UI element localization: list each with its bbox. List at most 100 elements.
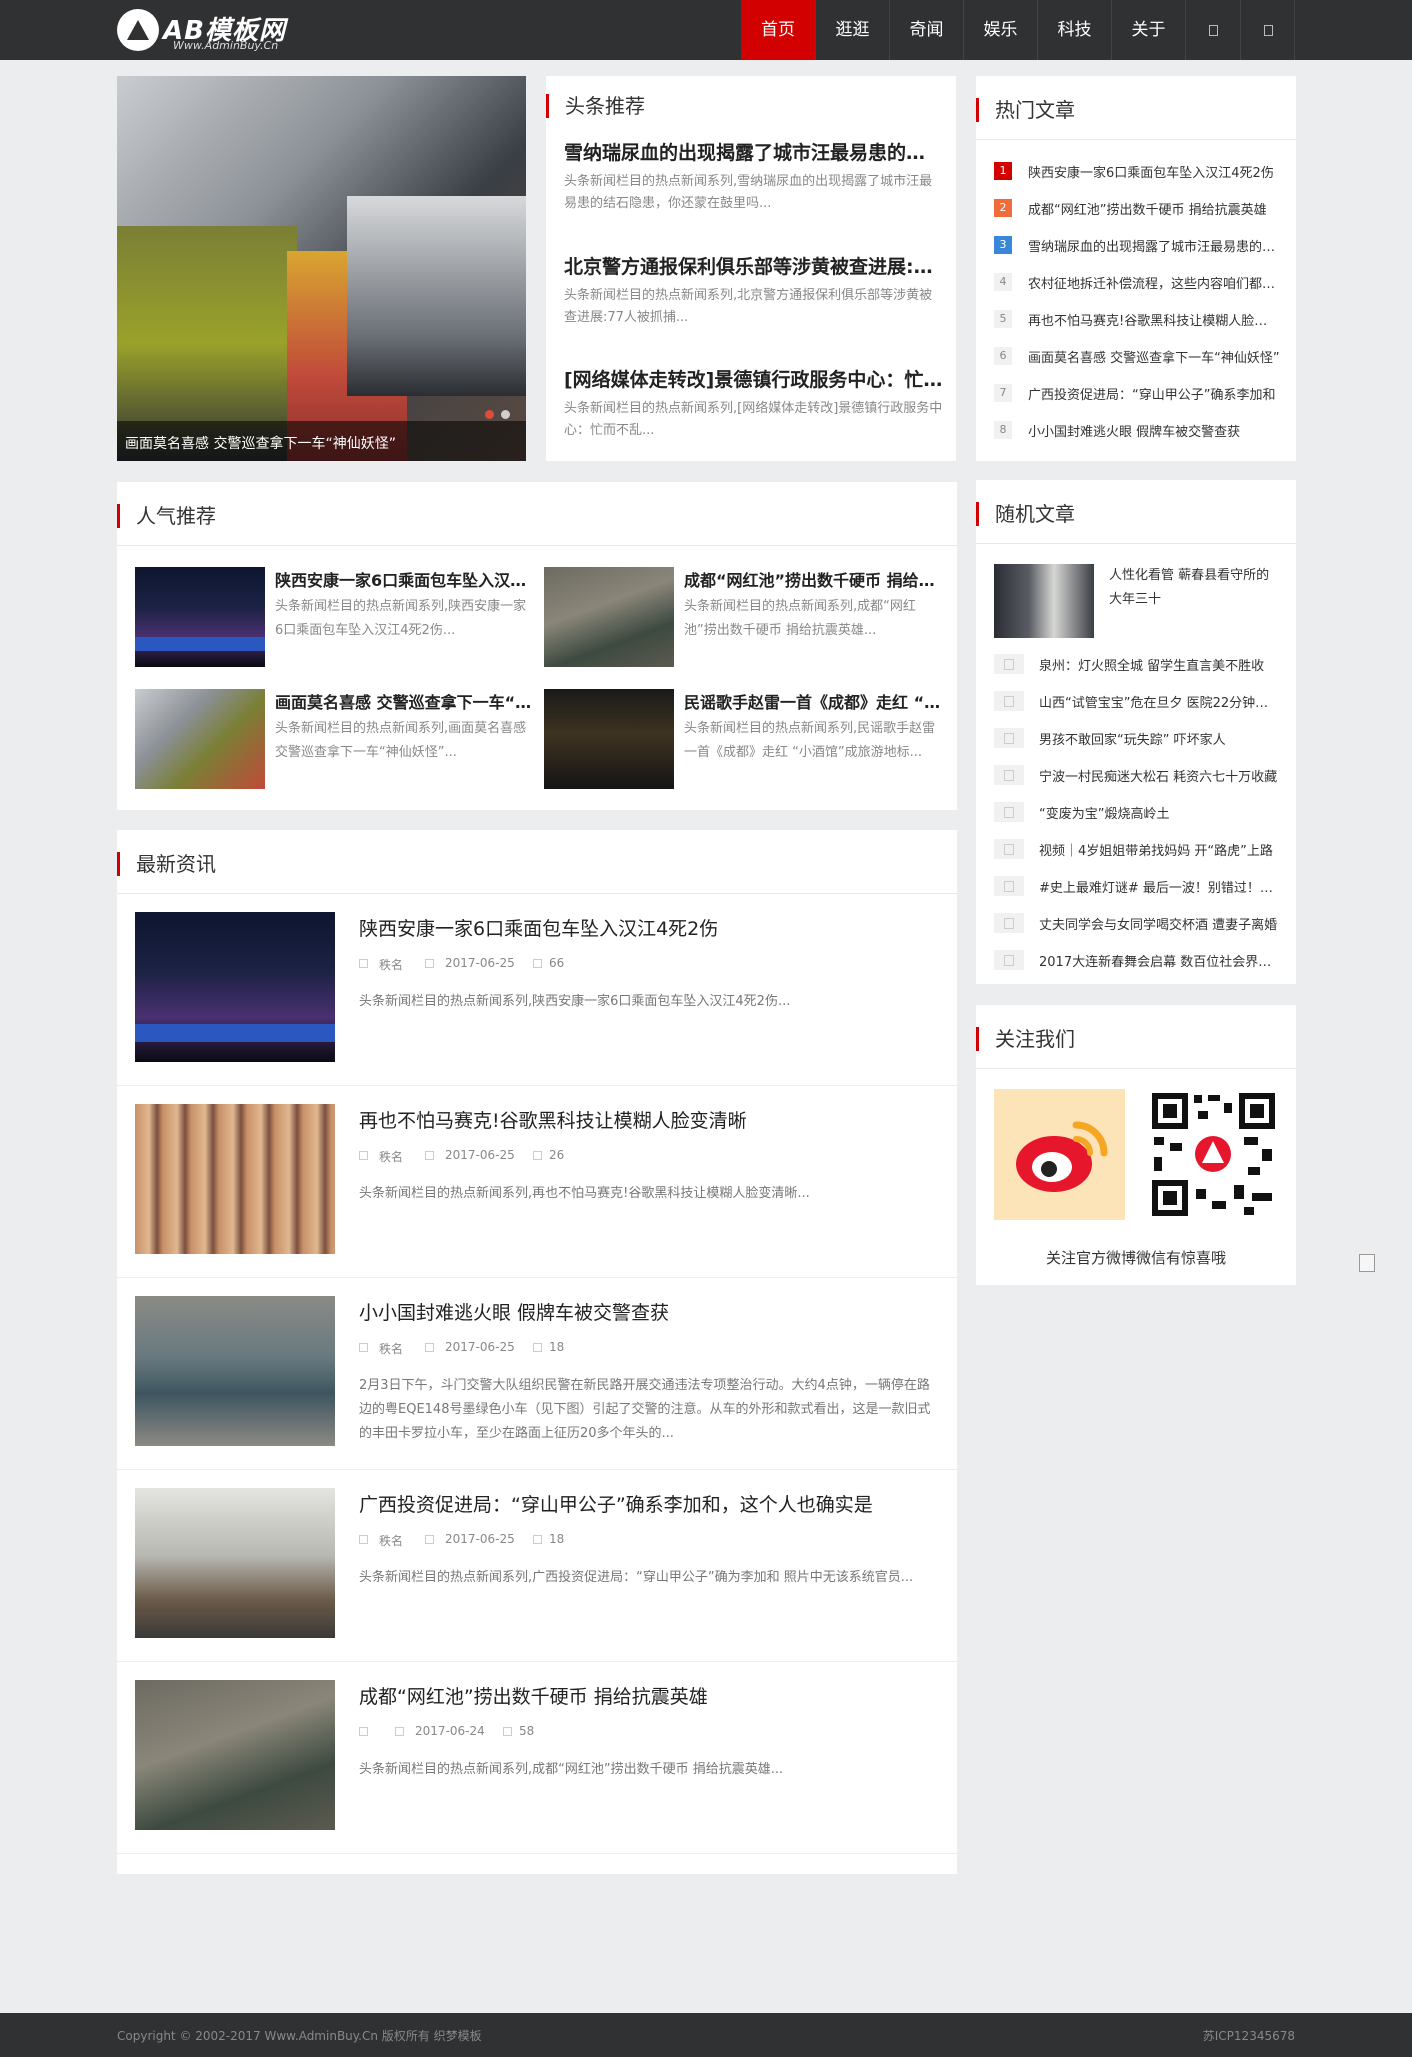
random-article-item[interactable]: 视频｜4岁姐姐带弟找妈妈 开“路虎”上路 [994, 839, 1279, 859]
hot-article-item[interactable]: 2 成都“网红池”捞出数千硬币 捐给抗震英雄 [994, 198, 1279, 218]
nav-search-button[interactable] [1185, 0, 1240, 60]
news-thumbnail [135, 1488, 335, 1638]
headline-item-title[interactable]: [网络媒体走转改]景德镇行政服务中心：忙而不乱 [564, 365, 944, 392]
popular-item-title: 画面莫名喜感 交警巡查拿下一车“神仙妖怪” [275, 693, 533, 712]
news-thumbnail [135, 912, 335, 1062]
hot-article-item[interactable]: 1 陕西安康一家6口乘面包车坠入汉江4死2伤 [994, 161, 1279, 181]
slider-dot-1[interactable] [485, 410, 494, 419]
news-item[interactable]: 成都“网红池”捞出数千硬币 捐给抗震英雄 2017-06-24 58 头条新闻栏… [117, 1662, 957, 1854]
random-feature-title[interactable]: 人性化看管 蕲春县看守所的大年三十 [1109, 564, 1279, 612]
news-title: 陕西安康一家6口乘面包车坠入汉江4死2伤 [359, 918, 719, 940]
author-icon [359, 1535, 368, 1544]
headline-item-title[interactable]: 北京警方通报保利俱乐部等涉黄被查进展:77人被抓捕 [564, 252, 944, 279]
popular-panel: 人气推荐 陕西安康一家6口乘面包车坠入汉江4死2伤 头条新闻栏目的热点新闻系列,… [117, 482, 957, 810]
random-article-item[interactable]: “变废为宝”煅烧高岭土 [994, 802, 1279, 822]
hot-article-title: 广西投资促进局：“穿山甲公子”确系李加和 [1028, 388, 1276, 403]
slider-caption[interactable]: 画面莫名喜感 交警巡查拿下一车“神仙妖怪” [125, 433, 396, 453]
slider[interactable]: 画面莫名喜感 交警巡查拿下一车“神仙妖怪” [117, 76, 526, 461]
news-desc: 头条新闻栏目的热点新闻系列,成都“网红池”捞出数千硬币 捐给抗震英雄... [359, 1762, 784, 1777]
back-to-top-icon[interactable] [1359, 1254, 1375, 1272]
news-desc: 头条新闻栏目的热点新闻系列,再也不怕马赛克!谷歌黑科技让模糊人脸变清晰... [359, 1186, 810, 1201]
author-icon [359, 959, 368, 968]
headline-item-title[interactable]: 雪纳瑞尿血的出现揭露了城市汪最易患的结石隐患 [564, 138, 944, 165]
random-article-item[interactable]: 泉州：灯火照全城 留学生直言美不胜收 [994, 654, 1279, 674]
hot-article-item[interactable]: 8 小小国封难逃火眼 假牌车被交警查获 [994, 420, 1279, 440]
site-footer: Copyright © 2002-2017 Www.AdminBuy.Cn 版权… [0, 2013, 1412, 2057]
hot-article-item[interactable]: 3 雪纳瑞尿血的出现揭露了城市汪最易患的结石隐患 [994, 235, 1280, 255]
nav-item-oddities[interactable]: 奇闻 [889, 0, 963, 60]
rank-badge: 4 [994, 273, 1012, 291]
news-item[interactable]: 广西投资促进局：“穿山甲公子”确系李加和，这个人也确实是 秩名 2017-06-… [117, 1470, 957, 1662]
random-article-item[interactable]: 男孩不敢回家“玩失踪” 吓坏家人 [994, 728, 1279, 748]
thumbnail-placeholder-icon [994, 913, 1024, 933]
news-author: 秩名 [379, 1534, 404, 1548]
nav-item-browse[interactable]: 逛逛 [815, 0, 889, 60]
news-desc: 头条新闻栏目的热点新闻系列,广西投资促进局：“穿山甲公子”确为李加和 照片中无该… [359, 1570, 914, 1585]
hot-article-title: 再也不怕马赛克!谷歌黑科技让模糊人脸变清晰 [1028, 314, 1280, 329]
nav-menu-button[interactable] [1240, 0, 1295, 60]
nav-item-home[interactable]: 首页 [741, 0, 815, 60]
latest-title: 最新资讯 [117, 852, 216, 876]
random-article-title: #史上最难灯谜# 最后一波！别错过！快来猜 [1039, 881, 1279, 896]
popular-thumbnail [135, 689, 265, 789]
news-item[interactable]: 陕西安康一家6口乘面包车坠入汉江4死2伤 秩名 2017-06-25 66 头条… [117, 894, 957, 1086]
random-article-item[interactable]: 山西“试管宝宝”危在旦夕 医院22分钟开通绿色通道 [994, 691, 1279, 711]
random-article-item[interactable]: #史上最难灯谜# 最后一波！别错过！快来猜 [994, 876, 1279, 896]
hot-article-item[interactable]: 7 广西投资促进局：“穿山甲公子”确系李加和 [994, 383, 1279, 403]
rank-badge: 6 [994, 347, 1012, 365]
hot-article-title: 陕西安康一家6口乘面包车坠入汉江4死2伤 [1028, 166, 1274, 181]
nav-item-about[interactable]: 关于 [1111, 0, 1185, 60]
news-item[interactable]: 小小国封难逃火眼 假牌车被交警查获 秩名 2017-06-25 18 2月3日下… [117, 1278, 957, 1470]
calendar-icon [425, 1343, 434, 1352]
news-date: 2017-06-25 [445, 1532, 515, 1546]
popular-item-desc: 头条新闻栏目的热点新闻系列,成都“网红池”捞出数千硬币 捐给抗震英雄... [684, 599, 916, 638]
footer-copyright: Copyright © 2002-2017 Www.AdminBuy.Cn 版权… [117, 2029, 482, 2043]
qr-code-graphic [1152, 1093, 1275, 1216]
hot-article-title: 小小国封难逃火眼 假牌车被交警查获 [1028, 425, 1241, 440]
weibo-icon[interactable] [994, 1089, 1125, 1220]
popular-item[interactable]: 陕西安康一家6口乘面包车坠入汉江4死2伤 头条新闻栏目的热点新闻系列,陕西安康一… [135, 567, 535, 667]
popular-item-desc: 头条新闻栏目的热点新闻系列,民谣歌手赵雷一首《成都》走红 “小酒馆”成旅游地标.… [684, 721, 936, 760]
popular-item-desc: 头条新闻栏目的热点新闻系列,陕西安康一家6口乘面包车坠入汉江4死2伤... [275, 599, 527, 638]
divider [976, 543, 1296, 544]
news-views: 58 [519, 1724, 535, 1738]
slider-dot-2[interactable] [501, 410, 510, 419]
footer-icp[interactable]: 苏ICP12345678 [1203, 2027, 1295, 2044]
latest-panel: 最新资讯 陕西安康一家6口乘面包车坠入汉江4死2伤 秩名 2017-06-25 … [117, 830, 957, 1874]
popular-item[interactable]: 民谣歌手赵雷一首《成都》走红 “小酒馆”成旅游地标 头条新闻栏目的热点新闻系列,… [544, 689, 944, 789]
site-logo[interactable]: AB模板网 Www.AdminBuy.Cn [117, 9, 317, 53]
placeholder-glyph-icon [1264, 25, 1273, 36]
popular-item[interactable]: 画面莫名喜感 交警巡查拿下一车“神仙妖怪” 头条新闻栏目的热点新闻系列,画面莫名… [135, 689, 535, 789]
news-author: 秩名 [379, 1342, 404, 1356]
nav-item-entertainment[interactable]: 娱乐 [963, 0, 1037, 60]
rank-badge: 1 [994, 162, 1012, 180]
main-nav: 首页 逛逛 奇闻 娱乐 科技 关于 [741, 0, 1295, 60]
popular-item-desc: 头条新闻栏目的热点新闻系列,画面莫名喜感 交警巡查拿下一车“神仙妖怪”... [275, 721, 527, 760]
calendar-icon [425, 1535, 434, 1544]
thumbnail-placeholder-icon [994, 654, 1024, 674]
news-item[interactable]: 再也不怕马赛克!谷歌黑科技让模糊人脸变清晰 秩名 2017-06-25 26 头… [117, 1086, 957, 1278]
thumbnail-placeholder-icon [994, 876, 1024, 896]
popular-item-title: 民谣歌手赵雷一首《成都》走红 “小酒馆”成旅游地标 [684, 693, 942, 712]
news-date: 2017-06-25 [445, 1340, 515, 1354]
news-thumbnail [135, 1680, 335, 1830]
random-article-item[interactable]: 宁波一村民痴迷大松石 耗资六七十万收藏 [994, 765, 1279, 785]
popular-thumbnail [544, 689, 674, 789]
random-article-item[interactable]: 丈夫同学会与女同学喝交杯酒 遭妻子离婚 [994, 913, 1279, 933]
random-article-title: 山西“试管宝宝”危在旦夕 医院22分钟开通绿色通道 [1039, 696, 1279, 711]
views-icon [533, 1343, 542, 1352]
thumbnail-placeholder-icon [994, 765, 1024, 785]
random-feature-thumbnail[interactable] [994, 564, 1094, 638]
thumbnail-placeholder-icon [994, 802, 1024, 822]
hot-article-item[interactable]: 4 农村征地拆迁补偿流程，这些内容咱们都应该知道 [994, 272, 1280, 292]
popular-item[interactable]: 成都“网红池”捞出数千硬币 捐给抗震英雄 头条新闻栏目的热点新闻系列,成都“网红… [544, 567, 944, 667]
random-article-item[interactable]: 2017大连新春舞会启幕 数百位社会界人士共舞 [994, 950, 1279, 970]
hot-article-title: 画面莫名喜感 交警巡查拿下一车“神仙妖怪” [1028, 351, 1280, 366]
views-icon [533, 1151, 542, 1160]
news-title: 再也不怕马赛克!谷歌黑科技让模糊人脸变清晰 [359, 1110, 747, 1132]
nav-item-tech[interactable]: 科技 [1037, 0, 1111, 60]
news-views: 18 [549, 1340, 565, 1354]
hot-article-item[interactable]: 6 画面莫名喜感 交警巡查拿下一车“神仙妖怪” [994, 346, 1280, 366]
site-header: AB模板网 Www.AdminBuy.Cn 首页 逛逛 奇闻 娱乐 科技 关于 [0, 0, 1412, 60]
hot-article-item[interactable]: 5 再也不怕马赛克!谷歌黑科技让模糊人脸变清晰 [994, 309, 1280, 329]
